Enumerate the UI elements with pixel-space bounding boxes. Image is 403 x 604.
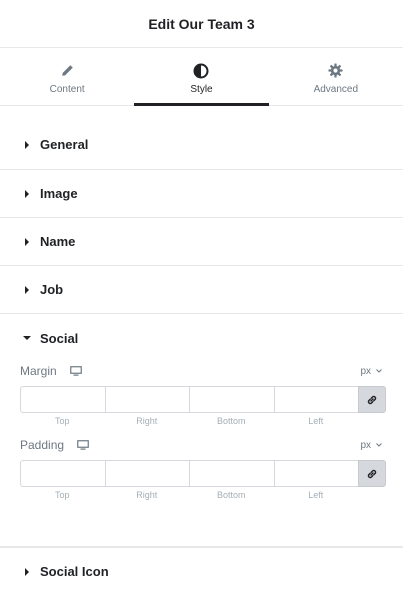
panel-header: Edit Our Team 3 [0,0,403,48]
padding-right-label: Right [136,490,158,500]
section-social-label: Social [40,330,79,346]
margin-left-label: Left [308,416,324,426]
tab-content-label: Content [49,83,85,95]
padding-link-button[interactable] [358,460,386,487]
padding-left-input[interactable] [273,460,358,487]
section-social-icon-label: Social Icon [40,564,109,579]
section-job-label: Job [40,282,64,297]
padding-unit-select[interactable]: px [360,440,386,451]
section-name-label: Name [40,234,76,249]
desktop-icon[interactable] [77,440,89,450]
tab-advanced[interactable]: Advanced [269,48,403,105]
margin-control-header: Margin px [20,362,386,380]
section-name[interactable]: Name [0,218,403,266]
padding-top-input[interactable] [20,460,105,487]
margin-inputs [20,386,386,413]
margin-label: Margin [20,364,57,378]
margin-input-labels: Top Right Bottom Left [20,416,386,426]
margin-unit-select[interactable]: px [360,366,386,377]
section-social-body: Margin px Top Right Bottom Left Padding … [0,362,403,546]
padding-unit-label: px [360,439,371,451]
section-job[interactable]: Job [0,266,403,314]
margin-bottom-input[interactable] [189,386,274,413]
caret-right-icon [22,237,32,247]
tab-style-label: Style [190,83,213,95]
margin-control: Margin px Top Right Bottom Left [20,362,386,426]
section-social-header[interactable]: Social [0,314,403,362]
margin-right-label: Right [136,416,158,426]
padding-bottom-input[interactable] [189,460,274,487]
section-social: Social Margin px Top Right Bottom Left P… [0,314,403,547]
desktop-icon[interactable] [69,366,82,376]
caret-right-icon [22,567,32,577]
margin-title: Margin [20,364,82,378]
margin-left-input[interactable] [273,386,358,413]
editor-panel: Edit Our Team 3 Content Style Advanced G… [0,0,403,604]
margin-top-label: Top [54,416,70,426]
section-image[interactable]: Image [0,170,403,218]
section-general-label: General [40,137,89,152]
margin-right-input[interactable] [104,386,189,413]
margin-top-input[interactable] [20,386,105,413]
margin-link-button[interactable] [358,386,386,413]
padding-left-label: Left [308,490,324,500]
chevron-down-icon [376,443,382,447]
contrast-icon [193,63,209,79]
section-image-label: Image [40,186,78,201]
gear-icon [328,63,344,79]
tab-content[interactable]: Content [0,48,134,105]
margin-unit-label: px [360,365,371,377]
padding-inputs [20,460,386,487]
padding-input-labels: Top Right Bottom Left [20,490,386,500]
padding-title: Padding [20,438,89,452]
caret-right-icon [22,140,32,150]
padding-right-input[interactable] [104,460,189,487]
link-icon [367,469,377,478]
chevron-down-icon [376,369,382,373]
pencil-icon [59,63,75,79]
padding-control-header: Padding px [20,436,386,454]
padding-bottom-label: Bottom [216,490,246,500]
margin-bottom-label: Bottom [216,416,246,426]
caret-down-icon [22,333,32,343]
padding-top-label: Top [54,490,70,500]
section-social-icon[interactable]: Social Icon [0,547,403,595]
caret-right-icon [22,189,32,199]
caret-right-icon [22,285,32,295]
tab-advanced-label: Advanced [313,83,359,95]
padding-label: Padding [20,438,65,452]
padding-control: Padding px Top Right Bottom Left [20,436,386,500]
section-general[interactable]: General [0,106,403,170]
tab-style[interactable]: Style [134,48,269,106]
link-icon [367,395,377,404]
panel-title: Edit Our Team 3 [148,15,255,32]
tab-bar: Content Style Advanced [0,48,403,106]
